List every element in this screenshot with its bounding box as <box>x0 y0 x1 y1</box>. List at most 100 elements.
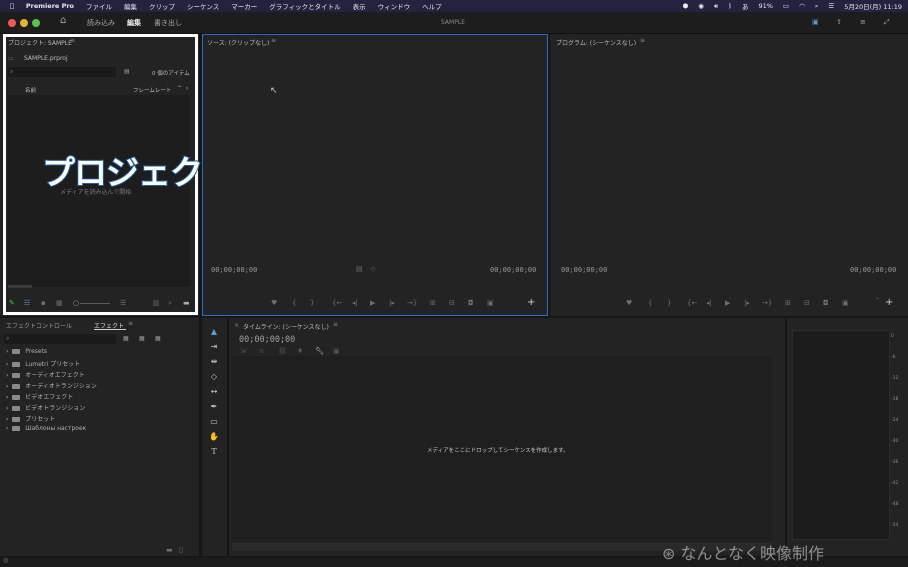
program-monitor-title[interactable]: プログラム: (シーケンスなし) <box>556 38 636 47</box>
fullscreen-icon[interactable]: ⤢ <box>884 18 890 27</box>
menu-graphics[interactable]: グラフィックとタイトル <box>269 1 340 11</box>
tab-edit[interactable]: 編集 <box>127 18 141 28</box>
button-editor-icon[interactable]: ▣ <box>487 299 494 307</box>
add-marker-icon[interactable]: ♥ <box>626 299 632 307</box>
more-controls-icon[interactable]: » <box>876 296 879 302</box>
effect-folder-video-transitions[interactable]: › ビデオトランジション <box>6 403 85 412</box>
menu-marker[interactable]: マーカー <box>231 1 257 11</box>
go-to-out-icon[interactable]: →} <box>407 299 417 307</box>
menu-window[interactable]: ウィンドウ <box>378 1 411 11</box>
close-tab-icon[interactable]: × <box>234 322 239 329</box>
control-center-icon[interactable]: ☰ <box>828 2 834 10</box>
snap-icon[interactable]: ∩ <box>259 347 264 355</box>
trash-icon[interactable]: ▯ <box>179 546 183 554</box>
effect-folder-user-presets[interactable]: › プリセット <box>6 414 55 423</box>
insert-sequence-icon[interactable]: ⇲ <box>240 347 246 355</box>
volume-icon[interactable]: 🔊︎ <box>714 2 718 11</box>
tab-export[interactable]: 書き出し <box>154 18 182 28</box>
new-bin-icon[interactable]: ▬ <box>166 546 173 554</box>
hand-tool-icon[interactable]: ✋ <box>208 431 220 443</box>
go-to-in-icon[interactable]: {← <box>332 299 342 307</box>
rectangle-tool-icon[interactable]: ▭ <box>208 416 220 428</box>
panel-menu-icon[interactable]: ≡ <box>271 37 276 44</box>
ripple-edit-tool-icon[interactable]: ⇹ <box>208 356 220 368</box>
menu-help[interactable]: ヘルプ <box>422 1 442 11</box>
drag-video-icon[interactable]: ⊹ <box>370 265 376 273</box>
step-forward-icon[interactable]: |▸ <box>744 299 750 307</box>
wrench-icon[interactable]: 🔧︎ <box>315 347 324 355</box>
quick-export-icon[interactable]: ▣ <box>812 18 819 26</box>
share-icon[interactable]: ⇪ <box>836 18 842 26</box>
go-to-in-icon[interactable]: {← <box>687 299 697 307</box>
step-back-icon[interactable]: ◂| <box>352 299 358 307</box>
export-frame-icon[interactable]: ◘ <box>823 299 829 307</box>
razor-tool-icon[interactable]: ◇ <box>208 371 220 383</box>
source-timecode-left[interactable]: 00;00;00;00 <box>211 266 257 274</box>
close-window-button[interactable] <box>8 19 16 27</box>
type-tool-icon[interactable]: T <box>208 446 220 458</box>
effect-folder-lumetri[interactable]: › Lumetri プリセット <box>6 359 80 368</box>
add-marker-icon[interactable]: ♦ <box>297 347 303 355</box>
menu-sequence[interactable]: シーケンス <box>187 1 219 11</box>
yuv-effects-icon[interactable]: ▦ <box>155 335 161 342</box>
step-back-icon[interactable]: ◂| <box>706 299 712 307</box>
effects-search-input[interactable] <box>4 334 116 344</box>
bluetooth-icon[interactable]: ᛒ <box>728 2 732 10</box>
tab-effect-controls[interactable]: エフェクトコントロール <box>6 321 72 330</box>
track-select-tool-icon[interactable]: ⇥ <box>208 341 220 353</box>
panel-menu-icon[interactable]: ≡ <box>640 37 645 44</box>
32bit-effects-icon[interactable]: ▦ <box>139 335 145 342</box>
export-frame-icon[interactable]: ◘ <box>468 299 474 307</box>
go-to-out-icon[interactable]: →} <box>762 299 772 307</box>
insert-icon[interactable]: ⊞ <box>430 299 436 307</box>
battery-icon[interactable]: ▭ <box>783 2 789 10</box>
menu-file[interactable]: ファイル <box>86 1 112 11</box>
record-icon[interactable]: ◉ <box>698 2 704 10</box>
captions-icon[interactable]: ▣ <box>333 347 340 355</box>
settings-icon[interactable]: ▤ <box>356 265 363 273</box>
panel-menu-icon[interactable]: ≡ <box>128 320 133 327</box>
program-timecode-left[interactable]: 00;00;00;00 <box>561 266 607 274</box>
menu-app-name[interactable]: Premiere Pro <box>26 2 74 10</box>
effect-folder-video-effects[interactable]: › ビデオエフェクト <box>6 392 73 401</box>
panel-menu-icon[interactable]: ≡ <box>333 321 338 328</box>
pen-tool-icon[interactable]: ✒ <box>208 401 220 413</box>
effect-folder-audio-effects[interactable]: › オーディオエフェクト <box>6 370 85 379</box>
slip-tool-icon[interactable]: ↔ <box>208 386 220 398</box>
wifi-icon[interactable]: ◠ <box>799 2 805 10</box>
menu-clip[interactable]: クリップ <box>149 1 175 11</box>
status-app-icon[interactable]: ⬢ <box>683 2 689 10</box>
minimize-window-button[interactable] <box>20 19 28 27</box>
play-icon[interactable]: ▶ <box>370 299 375 307</box>
tab-import[interactable]: 読み込み <box>87 18 115 28</box>
effect-folder-audio-transitions[interactable]: › オーディオトランジション <box>6 381 97 390</box>
mark-out-icon[interactable]: } <box>310 299 314 307</box>
status-icon[interactable]: ◎ <box>3 557 8 564</box>
compare-view-icon[interactable]: ▣ <box>842 299 849 307</box>
input-source-icon[interactable]: あ <box>742 1 749 11</box>
workspaces-icon[interactable]: ≡ <box>860 18 866 26</box>
clock[interactable]: 5月20日(月) 11:19 <box>844 1 902 11</box>
accelerated-effects-icon[interactable]: ▦ <box>123 335 129 342</box>
extract-icon[interactable]: ⊟ <box>804 299 810 307</box>
step-forward-icon[interactable]: |▸ <box>389 299 395 307</box>
effect-folder-presets[interactable]: › Presets <box>6 348 47 355</box>
timeline-title[interactable]: タイムライン: (シーケンスなし) <box>243 322 329 331</box>
add-marker-icon[interactable]: ♥ <box>271 299 277 307</box>
timeline-timecode[interactable]: 00;00;00;00 <box>239 335 295 345</box>
source-monitor-title[interactable]: ソース: (クリップなし) <box>207 38 269 47</box>
menu-edit[interactable]: 編集 <box>124 1 137 11</box>
selection-tool-icon[interactable]: ▲ <box>208 326 220 338</box>
add-button-icon[interactable]: + <box>885 297 893 308</box>
search-icon[interactable]: ⌕ <box>815 2 819 11</box>
home-icon[interactable]: ⌂ <box>60 15 66 26</box>
linked-selection-icon[interactable]: ⛓ <box>278 347 287 355</box>
apple-icon[interactable]:  <box>10 2 14 10</box>
overwrite-icon[interactable]: ⊟ <box>449 299 455 307</box>
menu-view[interactable]: 表示 <box>353 1 366 11</box>
zoom-window-button[interactable] <box>32 19 40 27</box>
effect-folder-templates[interactable]: › Шаблоны настроек <box>6 425 86 432</box>
mark-out-icon[interactable]: } <box>667 299 671 307</box>
add-button-icon[interactable]: + <box>527 297 535 308</box>
lift-icon[interactable]: ⊞ <box>785 299 791 307</box>
